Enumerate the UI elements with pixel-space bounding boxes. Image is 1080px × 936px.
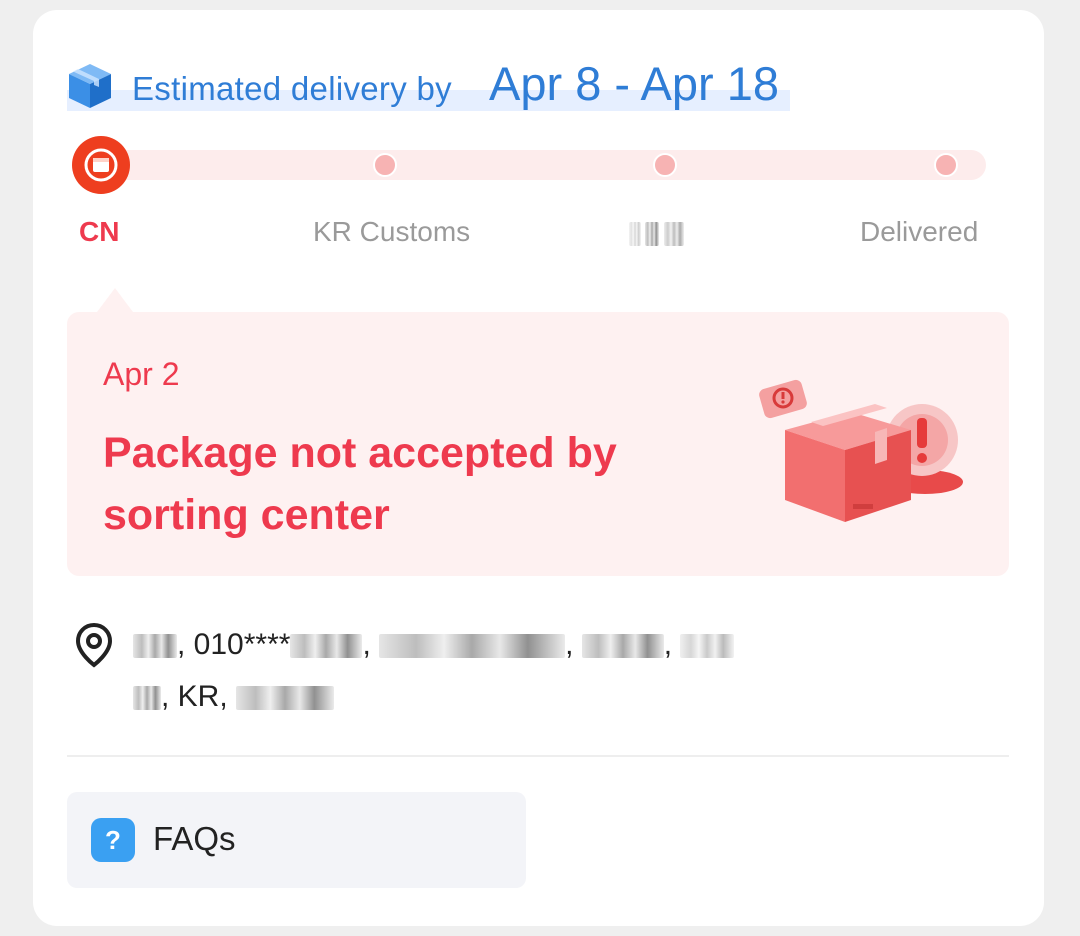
faqs-button[interactable]: ? FAQs — [67, 792, 526, 888]
step-label-cn: CN — [79, 216, 120, 247]
progress-track — [93, 150, 986, 180]
step-label-delivered: Delivered — [860, 216, 979, 247]
estimated-delivery-label: Estimated delivery by — [132, 70, 452, 107]
progress-dot-customs — [373, 153, 397, 177]
estimated-delivery-dates: Apr 8 - Apr 18 — [489, 57, 779, 110]
step-label-kr-customs: KR Customs — [313, 216, 471, 247]
tracking-card: Estimated delivery by Apr 8 - Apr 18 CN … — [33, 10, 1044, 926]
status-date: Apr 2 — [103, 356, 180, 392]
package-warning-illustration-icon — [759, 379, 963, 522]
shipping-box-icon — [84, 148, 118, 182]
address-phone: 010**** — [193, 628, 291, 661]
package-box-icon — [69, 64, 111, 108]
current-step-marker — [72, 136, 130, 194]
status-panel: Apr 2 Package not accepted by sorting ce… — [67, 312, 1009, 576]
question-mark-icon: ? — [91, 818, 135, 862]
progress-dot-step3 — [653, 153, 677, 177]
step-label-redacted — [629, 222, 705, 246]
address-country: KR, — [177, 680, 228, 713]
faqs-label: FAQs — [153, 820, 236, 857]
address-line-1: , 010****, , , — [133, 628, 735, 662]
location-pin-icon — [75, 622, 113, 668]
status-panel-pointer — [97, 288, 133, 312]
status-message: Package not accepted by sorting center — [103, 429, 617, 539]
divider — [67, 755, 1009, 757]
address-line-2: , KR, — [133, 680, 335, 714]
progress-dot-delivered — [934, 153, 958, 177]
